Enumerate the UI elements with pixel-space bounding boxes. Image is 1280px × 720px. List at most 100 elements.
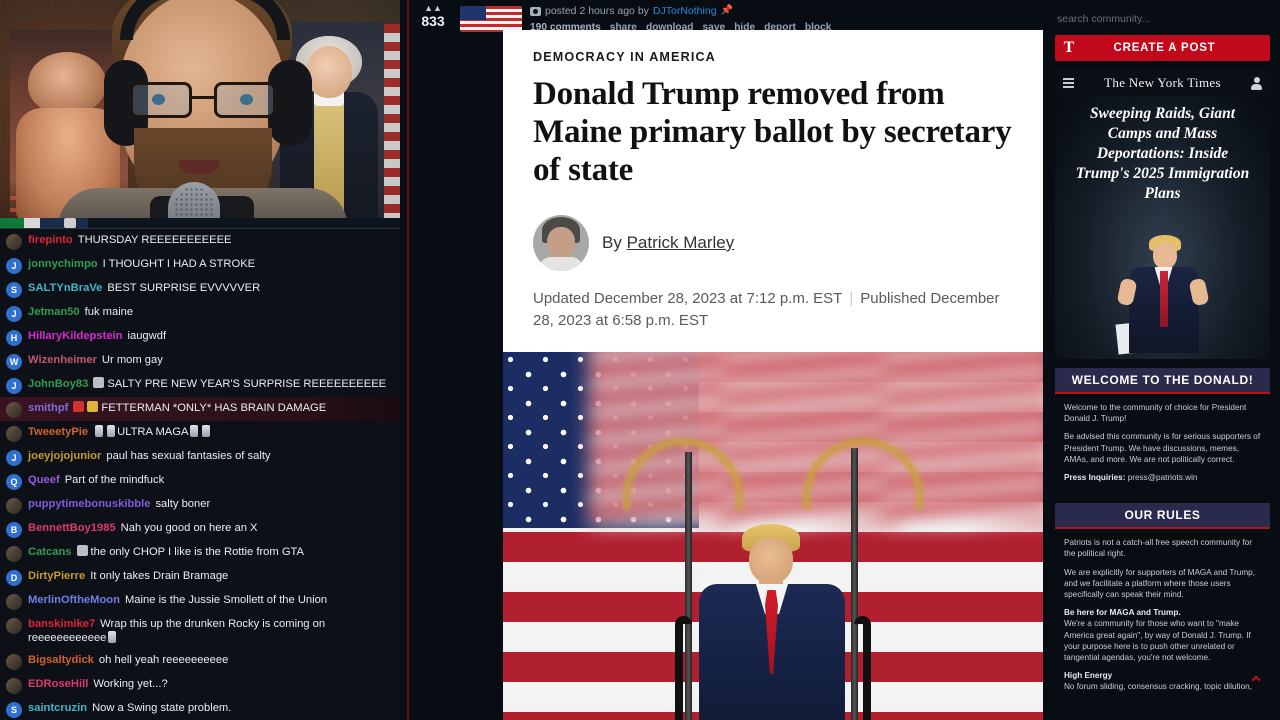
chat-message[interactable]: Q Queef Part of the mindfuck <box>0 469 400 493</box>
chat-avatar <box>6 425 22 442</box>
vote-widget[interactable]: ▲▲ 833 <box>414 4 452 30</box>
chat-avatar: J <box>6 305 22 322</box>
chat-username[interactable]: puppytimebonuskibble <box>28 498 150 510</box>
chat-message-body: JohnBoy83 SALTY PRE NEW YEAR'S SURPRISE R… <box>28 376 387 392</box>
search-input[interactable]: search community... <box>1045 0 1280 25</box>
chat-message-text: SALTY PRE NEW YEAR'S SURPRISE REEEEEEEEE… <box>107 377 387 390</box>
chat-panel[interactable]: firepinto THURSDAY REEEEEEEEEEE Jjonnychim… <box>0 228 400 720</box>
chat-message-body: Jetman50 fuk maine <box>28 305 133 320</box>
nyt-top-bar: The New York Times <box>1055 70 1270 96</box>
chat-message[interactable]: Jjoeyjojojunior paul has sexual fantasies… <box>0 445 400 469</box>
chat-username[interactable]: HillaryKildepstein <box>28 330 123 342</box>
chat-message-body: DirtyPierre It only takes Drain Bramage <box>28 569 228 584</box>
chat-avatar: Q <box>6 473 22 490</box>
chat-message[interactable]: J JohnBoy83 SALTY PRE NEW YEAR'S SURPRISE … <box>0 373 400 397</box>
welcome-panel: WELCOME TO THE DONALD! Welcome to the co… <box>1055 368 1270 494</box>
chat-username[interactable]: saintcruzin <box>28 702 87 714</box>
stage-rail-left <box>675 616 692 720</box>
date-separator: | <box>849 290 854 307</box>
upvote-icon[interactable]: ▲▲ <box>414 4 452 13</box>
chat-message-body: BennettBoy1985 Nah you good on here an X <box>28 521 258 536</box>
chat-username[interactable]: Wizenheimer <box>28 354 97 366</box>
chat-message[interactable]: S SALTYnBraVe BEST SURPRISE EVVVVVER <box>0 277 400 301</box>
article-headline: Donald Trump removed from Maine primary … <box>533 76 1012 188</box>
author-avatar <box>533 215 589 271</box>
scroll-to-top-icon[interactable]: ⌃ <box>1248 675 1264 694</box>
chat-username[interactable]: smithpf <box>28 402 68 414</box>
chat-message-text: iaugwdf <box>127 329 167 342</box>
chat-message-text: FETTERMAN *ONLY* HAS BRAIN DAMAGE <box>101 401 327 414</box>
chat-message[interactable]: H HillaryKildepstein iaugwdf <box>0 325 400 349</box>
rules-p1: Patriots is not a catch-all free speech … <box>1064 538 1252 559</box>
chat-username[interactable]: BennettBoy1985 <box>28 522 116 534</box>
chat-username[interactable]: jonnychimpo <box>28 258 98 270</box>
account-icon[interactable] <box>1251 76 1262 90</box>
chat-username[interactable]: Catcans <box>28 546 72 558</box>
chat-message[interactable]: Catcans the only CHOP I like is the Rotti… <box>0 541 400 565</box>
author-link[interactable]: Patrick Marley <box>627 233 735 252</box>
chat-username[interactable]: TweeetyPie <box>28 426 88 438</box>
eyeglasses <box>130 82 276 118</box>
chat-username[interactable]: joeyjojojunior <box>28 450 101 462</box>
post-author-link[interactable]: DJTorNothing <box>653 4 717 18</box>
chat-username[interactable]: Jetman50 <box>28 306 80 318</box>
updated-date: Updated December 28, 2023 at 7:12 p.m. E… <box>533 290 843 307</box>
stream-page: firepinto THURSDAY REEEEEEEEEEE Jjonnychim… <box>0 0 1280 720</box>
chat-message[interactable]: banskimike7 Wrap this up the drunken Rock… <box>0 613 400 649</box>
feed-accent-line <box>407 0 409 720</box>
chat-message-text: Nah you good on here an X <box>120 521 258 534</box>
post-feed: ▲▲ 833 posted 2 hours ago by DJTorNothin… <box>400 0 1045 720</box>
chat-avatar <box>6 593 22 610</box>
stream-overlay-bar <box>0 218 400 228</box>
nyt-card-image: Sweeping Raids, Giant Camps and Mass Dep… <box>1055 96 1270 359</box>
chat-message-text: Part of the mindfuck <box>64 473 165 486</box>
chat-badge-icon <box>76 544 88 556</box>
chat-message[interactable]: firepinto THURSDAY REEEEEEEEEEE <box>0 229 400 253</box>
chat-message[interactable]: EDRoseHill Working yet...? <box>0 673 400 697</box>
chat-username[interactable]: MerlinOftheMoon <box>28 594 120 606</box>
chat-message[interactable]: TweeetyPie ULTRA MAGA <box>0 421 400 445</box>
chat-avatar <box>6 653 22 670</box>
chat-message[interactable]: D DirtyPierre It only takes Drain Bramage <box>0 565 400 589</box>
chat-message-text: It only takes Drain Bramage <box>90 569 229 582</box>
chat-message-body: firepinto THURSDAY REEEEEEEEEEE <box>28 233 232 248</box>
chat-username[interactable]: EDRoseHill <box>28 678 88 690</box>
chat-message-body: EDRoseHill Working yet...? <box>28 677 168 692</box>
chat-avatar: H <box>6 329 22 346</box>
chat-username[interactable]: firepinto <box>28 234 73 246</box>
chat-message[interactable]: smithpf FETTERMAN *ONLY* HAS BRAIN DAMAGE <box>0 397 400 421</box>
chat-message[interactable]: puppytimebonuskibble salty boner <box>0 493 400 517</box>
hamburger-menu-icon[interactable] <box>1063 76 1074 90</box>
chat-message[interactable]: MerlinOftheMoon Maine is the Jussie Smoll… <box>0 589 400 613</box>
rules-panel-title: OUR RULES <box>1055 503 1270 530</box>
byline-text: By Patrick Marley <box>602 233 734 253</box>
chat-emote-icon <box>108 631 117 643</box>
welcome-p2: Be advised this community is for serious… <box>1064 432 1261 464</box>
chat-username[interactable]: JohnBoy83 <box>28 378 88 390</box>
chat-message-text: THURSDAY REEEEEEEEEEE <box>77 233 232 246</box>
post-thumbnail[interactable] <box>460 6 522 32</box>
create-post-button[interactable]: T CREATE A POST <box>1055 35 1270 61</box>
chat-message[interactable]: J Jetman50 fuk maine <box>0 301 400 325</box>
chat-message-body: smithpf FETTERMAN *ONLY* HAS BRAIN DAMAGE <box>28 400 327 416</box>
nyt-embed-card[interactable]: The New York Times Sweeping Raids, Giant… <box>1055 70 1270 359</box>
chat-username[interactable]: DirtyPierre <box>28 570 85 582</box>
chat-username[interactable]: banskimike7 <box>28 618 95 630</box>
welcome-panel-body: Welcome to the community of choice for P… <box>1055 394 1270 494</box>
chat-message[interactable]: Jjonnychimpo I THOUGHT I HAD A STROKE <box>0 253 400 277</box>
chat-username[interactable]: Bigsaltydick <box>28 654 94 666</box>
chat-message[interactable]: W Wizenheimer Ur mom gay <box>0 349 400 373</box>
chat-emote-icon <box>107 424 116 437</box>
chat-username[interactable]: SALTYnBraVe <box>28 282 102 294</box>
rules-p4: No forum sliding, consensus cracking, to… <box>1064 682 1252 692</box>
chat-message-body: banskimike7 Wrap this up the drunken Rock… <box>28 617 392 646</box>
chat-message[interactable]: Ssaintcruzin Now a Swing state problem. <box>0 697 400 720</box>
create-post-label: CREATE A POST <box>1113 42 1216 54</box>
chat-avatar: B <box>6 521 22 538</box>
chat-message[interactable]: B BennettBoy1985 Nah you good on here an X <box>0 517 400 541</box>
vote-score: 833 <box>421 13 445 29</box>
press-value[interactable]: press@patriots.win <box>1128 473 1198 482</box>
chat-message-body: Wizenheimer Ur mom gay <box>28 353 163 368</box>
chat-username[interactable]: Queef <box>28 474 60 486</box>
chat-message[interactable]: Bigsaltydick oh hell yeah reeeeeeeeee <box>0 649 400 673</box>
